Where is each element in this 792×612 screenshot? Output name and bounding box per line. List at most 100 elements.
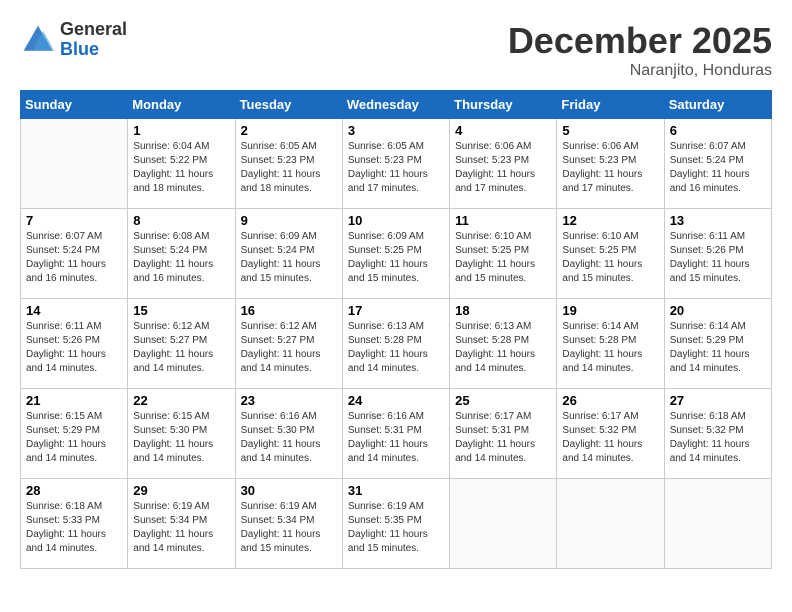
sunrise-text: Sunrise: 6:14 AM xyxy=(670,320,766,334)
daylight-text: Daylight: 11 hours and 14 minutes. xyxy=(348,438,444,466)
day-info: Sunrise: 6:19 AMSunset: 5:34 PMDaylight:… xyxy=(241,500,337,556)
day-number: 28 xyxy=(26,483,122,498)
table-row: 27Sunrise: 6:18 AMSunset: 5:32 PMDayligh… xyxy=(664,389,771,479)
daylight-text: Daylight: 11 hours and 14 minutes. xyxy=(562,348,658,376)
calendar: Sunday Monday Tuesday Wednesday Thursday… xyxy=(20,90,772,569)
sunset-text: Sunset: 5:34 PM xyxy=(133,514,229,528)
sunset-text: Sunset: 5:28 PM xyxy=(455,334,551,348)
day-info: Sunrise: 6:07 AMSunset: 5:24 PMDaylight:… xyxy=(26,230,122,286)
day-info: Sunrise: 6:09 AMSunset: 5:25 PMDaylight:… xyxy=(348,230,444,286)
daylight-text: Daylight: 11 hours and 14 minutes. xyxy=(241,348,337,376)
sunrise-text: Sunrise: 6:04 AM xyxy=(133,140,229,154)
day-number: 9 xyxy=(241,213,337,228)
day-info: Sunrise: 6:06 AMSunset: 5:23 PMDaylight:… xyxy=(562,140,658,196)
table-row: 22Sunrise: 6:15 AMSunset: 5:30 PMDayligh… xyxy=(128,389,235,479)
day-number: 11 xyxy=(455,213,551,228)
daylight-text: Daylight: 11 hours and 14 minutes. xyxy=(26,528,122,556)
sunset-text: Sunset: 5:31 PM xyxy=(348,424,444,438)
sunrise-text: Sunrise: 6:06 AM xyxy=(455,140,551,154)
table-row: 31Sunrise: 6:19 AMSunset: 5:35 PMDayligh… xyxy=(342,479,449,569)
sunset-text: Sunset: 5:25 PM xyxy=(455,244,551,258)
sunrise-text: Sunrise: 6:13 AM xyxy=(455,320,551,334)
day-number: 3 xyxy=(348,123,444,138)
daylight-text: Daylight: 11 hours and 14 minutes. xyxy=(348,348,444,376)
daylight-text: Daylight: 11 hours and 14 minutes. xyxy=(133,438,229,466)
calendar-week-row: 14Sunrise: 6:11 AMSunset: 5:26 PMDayligh… xyxy=(21,299,772,389)
table-row xyxy=(664,479,771,569)
sunrise-text: Sunrise: 6:16 AM xyxy=(348,410,444,424)
daylight-text: Daylight: 11 hours and 14 minutes. xyxy=(455,438,551,466)
sunrise-text: Sunrise: 6:12 AM xyxy=(133,320,229,334)
table-row: 9 Sunrise: 6:09 AMSunset: 5:24 PMDaylight… xyxy=(235,209,342,299)
day-info: Sunrise: 6:08 AMSunset: 5:24 PMDaylight:… xyxy=(133,230,229,286)
sunrise-text: Sunrise: 6:07 AM xyxy=(670,140,766,154)
daylight-text: Daylight: 11 hours and 15 minutes. xyxy=(241,258,337,286)
sunrise-text: Sunrise: 6:08 AM xyxy=(133,230,229,244)
sunset-text: Sunset: 5:24 PM xyxy=(241,244,337,258)
daylight-text: Daylight: 11 hours and 15 minutes. xyxy=(670,258,766,286)
logo-general: General xyxy=(60,19,127,39)
sunset-text: Sunset: 5:24 PM xyxy=(670,154,766,168)
sunrise-text: Sunrise: 6:09 AM xyxy=(348,230,444,244)
day-number: 20 xyxy=(670,303,766,318)
sunset-text: Sunset: 5:32 PM xyxy=(562,424,658,438)
sunset-text: Sunset: 5:35 PM xyxy=(348,514,444,528)
table-row xyxy=(21,119,128,209)
sunset-text: Sunset: 5:25 PM xyxy=(348,244,444,258)
sunrise-text: Sunrise: 6:17 AM xyxy=(455,410,551,424)
sunrise-text: Sunrise: 6:10 AM xyxy=(455,230,551,244)
sunset-text: Sunset: 5:23 PM xyxy=(562,154,658,168)
daylight-text: Daylight: 11 hours and 15 minutes. xyxy=(455,258,551,286)
sunrise-text: Sunrise: 6:16 AM xyxy=(241,410,337,424)
sunset-text: Sunset: 5:28 PM xyxy=(348,334,444,348)
table-row: 11 Sunrise: 6:10 AMSunset: 5:25 PMDayligh… xyxy=(450,209,557,299)
location-title: Naranjito, Honduras xyxy=(508,62,772,80)
daylight-text: Daylight: 11 hours and 17 minutes. xyxy=(455,168,551,196)
day-number: 25 xyxy=(455,393,551,408)
table-row: 14Sunrise: 6:11 AMSunset: 5:26 PMDayligh… xyxy=(21,299,128,389)
daylight-text: Daylight: 11 hours and 18 minutes. xyxy=(241,168,337,196)
day-number: 27 xyxy=(670,393,766,408)
daylight-text: Daylight: 11 hours and 14 minutes. xyxy=(26,438,122,466)
logo-icon xyxy=(20,22,56,58)
day-info: Sunrise: 6:17 AMSunset: 5:31 PMDaylight:… xyxy=(455,410,551,466)
day-info: Sunrise: 6:16 AMSunset: 5:31 PMDaylight:… xyxy=(348,410,444,466)
table-row: 13Sunrise: 6:11 AMSunset: 5:26 PMDayligh… xyxy=(664,209,771,299)
calendar-week-row: 28Sunrise: 6:18 AMSunset: 5:33 PMDayligh… xyxy=(21,479,772,569)
col-saturday: Saturday xyxy=(664,91,771,119)
sunset-text: Sunset: 5:27 PM xyxy=(241,334,337,348)
daylight-text: Daylight: 11 hours and 14 minutes. xyxy=(241,438,337,466)
day-info: Sunrise: 6:11 AMSunset: 5:26 PMDaylight:… xyxy=(670,230,766,286)
calendar-header-row: Sunday Monday Tuesday Wednesday Thursday… xyxy=(21,91,772,119)
day-info: Sunrise: 6:17 AMSunset: 5:32 PMDaylight:… xyxy=(562,410,658,466)
table-row: 1Sunrise: 6:04 AMSunset: 5:22 PMDaylight… xyxy=(128,119,235,209)
col-wednesday: Wednesday xyxy=(342,91,449,119)
sunrise-text: Sunrise: 6:09 AM xyxy=(241,230,337,244)
day-info: Sunrise: 6:16 AMSunset: 5:30 PMDaylight:… xyxy=(241,410,337,466)
table-row: 5Sunrise: 6:06 AMSunset: 5:23 PMDaylight… xyxy=(557,119,664,209)
day-info: Sunrise: 6:04 AMSunset: 5:22 PMDaylight:… xyxy=(133,140,229,196)
sunset-text: Sunset: 5:29 PM xyxy=(26,424,122,438)
table-row: 6Sunrise: 6:07 AMSunset: 5:24 PMDaylight… xyxy=(664,119,771,209)
sunrise-text: Sunrise: 6:11 AM xyxy=(670,230,766,244)
sunrise-text: Sunrise: 6:10 AM xyxy=(562,230,658,244)
day-info: Sunrise: 6:10 AMSunset: 5:25 PMDaylight:… xyxy=(455,230,551,286)
logo-blue: Blue xyxy=(60,39,99,59)
sunset-text: Sunset: 5:31 PM xyxy=(455,424,551,438)
daylight-text: Daylight: 11 hours and 14 minutes. xyxy=(455,348,551,376)
sunrise-text: Sunrise: 6:07 AM xyxy=(26,230,122,244)
table-row: 10Sunrise: 6:09 AMSunset: 5:25 PMDayligh… xyxy=(342,209,449,299)
sunset-text: Sunset: 5:30 PM xyxy=(241,424,337,438)
day-info: Sunrise: 6:19 AMSunset: 5:34 PMDaylight:… xyxy=(133,500,229,556)
sunset-text: Sunset: 5:24 PM xyxy=(133,244,229,258)
day-number: 7 xyxy=(26,213,122,228)
day-info: Sunrise: 6:05 AMSunset: 5:23 PMDaylight:… xyxy=(241,140,337,196)
table-row: 28Sunrise: 6:18 AMSunset: 5:33 PMDayligh… xyxy=(21,479,128,569)
daylight-text: Daylight: 11 hours and 17 minutes. xyxy=(348,168,444,196)
table-row: 7 Sunrise: 6:07 AMSunset: 5:24 PMDaylight… xyxy=(21,209,128,299)
day-number: 15 xyxy=(133,303,229,318)
day-info: Sunrise: 6:12 AMSunset: 5:27 PMDaylight:… xyxy=(133,320,229,376)
sunset-text: Sunset: 5:30 PM xyxy=(133,424,229,438)
month-title: December 2025 xyxy=(508,20,772,62)
day-number: 4 xyxy=(455,123,551,138)
